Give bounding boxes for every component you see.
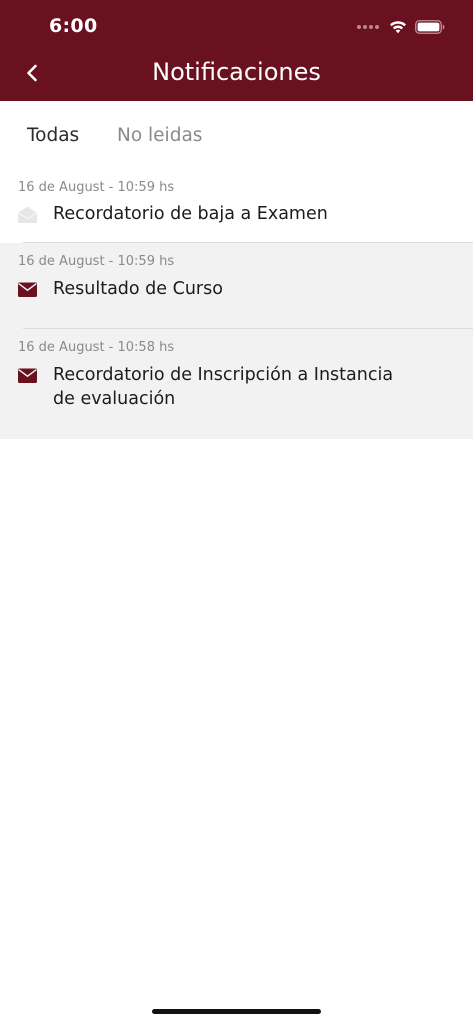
notification-list: 16 de August - 10:59 hs Recordatorio de …: [0, 169, 473, 439]
envelope-icon: [18, 282, 37, 297]
notifications-screen: 6:00 Notificaciones Todas No leidas 16 d…: [0, 0, 473, 1024]
envelope-open-icon: [17, 206, 38, 223]
app-header: 6:00 Notificaciones: [0, 0, 473, 101]
page-title: Notificaciones: [152, 58, 321, 86]
envelope-icon: [18, 368, 37, 383]
wifi-icon: [390, 21, 406, 34]
status-time: 6:00: [49, 15, 98, 37]
battery-icon: [415, 20, 445, 34]
notification-date: 16 de August - 10:59 hs: [18, 180, 175, 195]
notification-item[interactable]: 16 de August - 10:59 hs Resultado de Cur…: [0, 243, 473, 329]
notification-date: 16 de August - 10:58 hs: [18, 340, 175, 355]
cellular-signal-icon: [357, 25, 379, 29]
notification-item[interactable]: 16 de August - 10:58 hs Recordatorio de …: [0, 329, 473, 439]
status-icons: [357, 17, 445, 37]
notification-title: Recordatorio de baja a Examen: [53, 204, 328, 224]
home-indicator[interactable]: [152, 1009, 321, 1014]
filter-tabs: Todas No leidas: [0, 101, 473, 169]
notification-item[interactable]: 16 de August - 10:59 hs Recordatorio de …: [0, 169, 473, 243]
tab-unread[interactable]: No leidas: [117, 125, 202, 146]
notification-title: Recordatorio de Inscripción a Instancia …: [53, 365, 394, 409]
tab-all[interactable]: Todas: [27, 125, 79, 146]
notification-title: Resultado de Curso: [53, 279, 223, 299]
notification-date: 16 de August - 10:59 hs: [18, 254, 175, 269]
